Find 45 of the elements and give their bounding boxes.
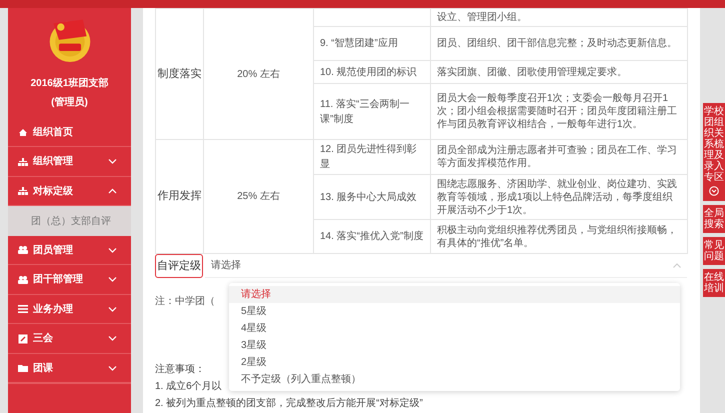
people-icon <box>18 245 28 256</box>
table-cell: 团员大会一般每季度召开1次；支委会一般每月召开1次；团小组会根据需要随时召开；团员年度团籍注册工作与团员教育评议相结合，一般每年进行1次。 <box>430 84 688 140</box>
side-button[interactable]: 常见问题 <box>703 237 725 265</box>
hierarchy-icon <box>18 156 28 167</box>
table-cell: 25% 左右 <box>204 140 314 254</box>
table-cell: 团员、团组织、团干部信息完整；及时动态更新信息。 <box>430 26 688 60</box>
side-button[interactable]: 学校团组织关系梳理及录入专区 <box>703 103 725 201</box>
side-button[interactable]: 全局搜索 <box>703 205 725 233</box>
table-cell: 制度落实 <box>156 8 204 140</box>
table-cell: 14. 落实“推优入党”制度 <box>314 220 430 254</box>
note-text: 注：中学团（ <box>155 294 215 308</box>
dropdown-option[interactable]: 5星级 <box>229 303 680 320</box>
table-cell: 作用发挥 <box>156 140 204 254</box>
table-cell: 9. “智慧团建”应用 <box>314 26 430 60</box>
table-cell: 团员全部成为注册志愿者并可查验；团员在工作、学习等方面发挥模范作用。 <box>430 140 688 174</box>
table-cell: 11. 落实“三会两制一课”制度 <box>314 84 430 140</box>
org-name: 2016级1班团支部 <box>30 76 110 91</box>
table-cell: 10. 规范使用团的标识 <box>314 60 430 84</box>
notice-text: 1. 成立6个月以 <box>155 380 222 394</box>
field-label: 自评定级 <box>155 254 203 278</box>
home-icon <box>18 127 28 138</box>
side-button[interactable]: 在线培训 <box>703 269 725 297</box>
table-cell: 落实团旗、团徽、团歌使用管理规定要求。 <box>430 60 688 84</box>
table-cell: 20% 左右 <box>204 8 314 140</box>
role-label: (管理员) <box>50 96 89 110</box>
dropdown-option[interactable]: 2星级 <box>229 354 680 371</box>
table-cell: 积极主动向党组织推荐优秀团员，与党组织衔接顺畅，有具体的“推优”名单。 <box>430 220 688 254</box>
submenu-item[interactable]: 团（总）支部自评 <box>8 206 131 236</box>
people-icon <box>18 274 28 285</box>
list-icon <box>18 304 28 314</box>
select-field[interactable]: 请选择 <box>205 254 687 278</box>
notices-title: 注意事项： <box>155 362 205 377</box>
notice-text: 2. 被列为重点整顿的团支部，完成整改后方能开展“对标定级” <box>155 396 423 411</box>
folder-icon <box>18 363 28 374</box>
table-cell: 13. 服务中心大局成效 <box>314 174 430 220</box>
table-cell: 设立、管理团小组。 <box>430 8 688 26</box>
chevron-circle-icon <box>709 186 719 196</box>
dropdown-option[interactable]: 4星级 <box>229 320 680 337</box>
dropdown-option[interactable]: 请选择 <box>229 286 680 303</box>
dropdown-option[interactable]: 不予定级（列入重点整顿） <box>229 371 680 388</box>
edit-icon <box>18 334 28 344</box>
table-cell: 围绕志愿服务、济困助学、就业创业、岗位建功、实践教育等领域，形成1项以上特色品牌活动，每季度组织开展活动不少于1次。 <box>430 174 688 220</box>
dropdown-option[interactable]: 3星级 <box>229 337 680 354</box>
hierarchy-icon <box>18 186 28 196</box>
table-cell: 12. 团员先进性得到彰显 <box>314 140 430 174</box>
